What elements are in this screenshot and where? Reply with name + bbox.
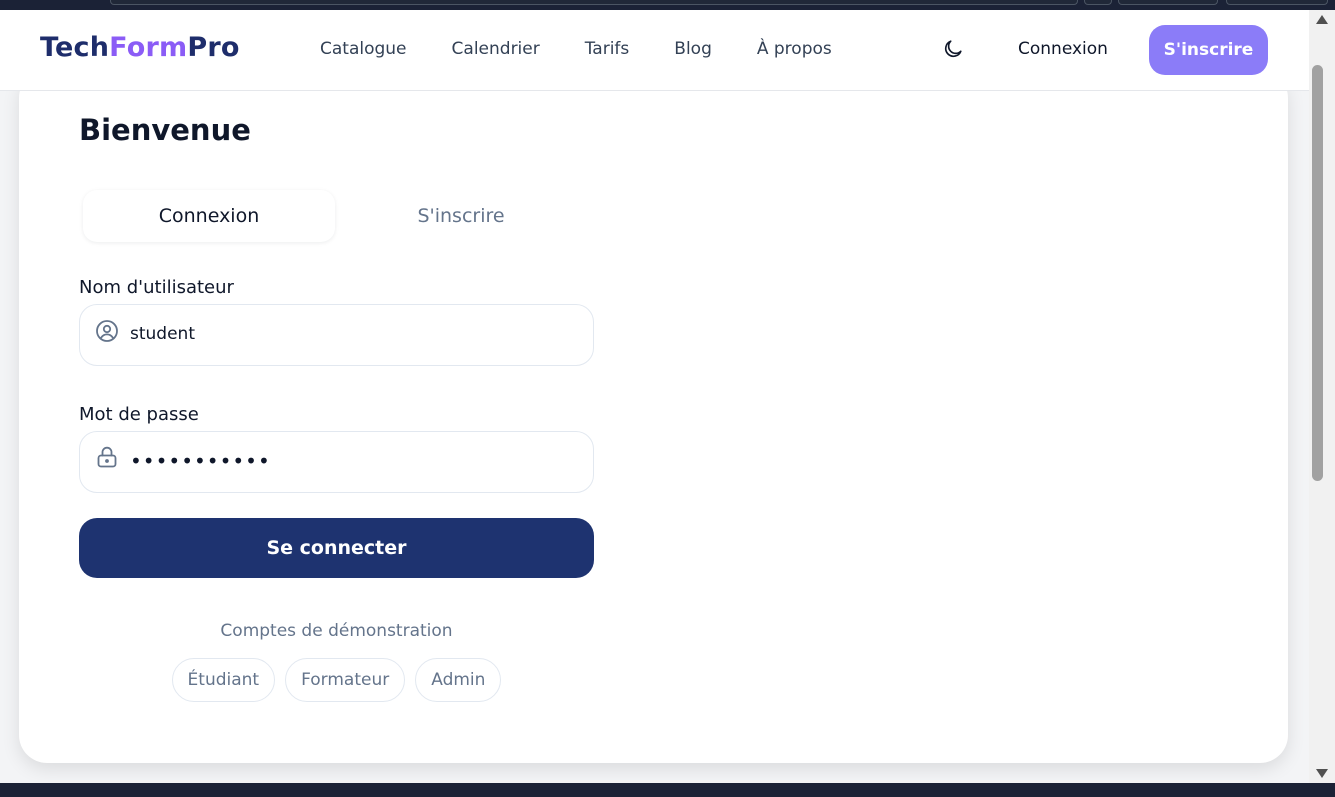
moon-icon bbox=[942, 38, 964, 64]
header-signup-button[interactable]: S'inscrire bbox=[1149, 25, 1268, 75]
toolbar-button-edge bbox=[1226, 0, 1328, 5]
nav-catalogue[interactable]: Catalogue bbox=[320, 39, 407, 59]
user-circle-icon bbox=[95, 319, 119, 343]
lock-icon bbox=[95, 445, 119, 469]
demo-accounts-row: Étudiant Formateur Admin bbox=[79, 658, 594, 702]
login-submit-button[interactable]: Se connecter bbox=[79, 518, 594, 578]
address-bar-edge bbox=[110, 0, 1078, 5]
main-nav: Catalogue Calendrier Tarifs Blog À propo… bbox=[320, 39, 877, 59]
page-viewport: Bienvenue Connexion S'inscrire Nom d'uti… bbox=[0, 10, 1309, 783]
username-input[interactable] bbox=[130, 313, 570, 355]
scroll-up-arrow-icon[interactable] bbox=[1316, 15, 1328, 24]
demo-account-student-button[interactable]: Étudiant bbox=[171, 658, 276, 702]
site-header: TechFormPro Catalogue Calendrier Tarifs … bbox=[0, 10, 1309, 91]
password-field-wrapper bbox=[79, 431, 594, 493]
demo-accounts-title: Comptes de démonstration bbox=[220, 621, 453, 641]
username-label: Nom d'utilisateur bbox=[79, 277, 234, 298]
auth-tabs: Connexion S'inscrire bbox=[79, 182, 594, 242]
auth-card: Bienvenue Connexion S'inscrire Nom d'uti… bbox=[19, 70, 1288, 763]
demo-account-admin-button[interactable]: Admin bbox=[415, 658, 502, 702]
scroll-down-arrow-icon[interactable] bbox=[1316, 769, 1328, 778]
scrollbar-thumb[interactable] bbox=[1312, 65, 1323, 481]
nav-tarifs[interactable]: Tarifs bbox=[585, 39, 630, 59]
page-title: Bienvenue bbox=[79, 113, 251, 147]
nav-blog[interactable]: Blog bbox=[674, 39, 712, 59]
header-login-link[interactable]: Connexion bbox=[1018, 39, 1108, 59]
toolbar-button-edge bbox=[1118, 0, 1218, 5]
browser-bottom-strip bbox=[0, 783, 1335, 797]
tab-login[interactable]: Connexion bbox=[83, 190, 335, 242]
tab-signup[interactable]: S'inscrire bbox=[335, 190, 587, 242]
site-logo[interactable]: TechFormPro bbox=[40, 32, 240, 63]
logo-part-form: Form bbox=[109, 32, 188, 63]
nav-calendrier[interactable]: Calendrier bbox=[452, 39, 540, 59]
nav-a-propos[interactable]: À propos bbox=[757, 39, 832, 59]
password-label: Mot de passe bbox=[79, 404, 199, 425]
browser-top-strip bbox=[0, 0, 1335, 10]
vertical-scrollbar[interactable] bbox=[1309, 10, 1335, 783]
demo-account-trainer-button[interactable]: Formateur bbox=[285, 658, 406, 702]
username-field-wrapper bbox=[79, 304, 594, 366]
logo-part-tech: Tech bbox=[40, 32, 110, 63]
theme-toggle-button[interactable] bbox=[940, 38, 966, 64]
toolbar-button-edge bbox=[1084, 0, 1112, 5]
logo-part-pro: Pro bbox=[187, 32, 240, 63]
password-input[interactable] bbox=[130, 440, 570, 482]
